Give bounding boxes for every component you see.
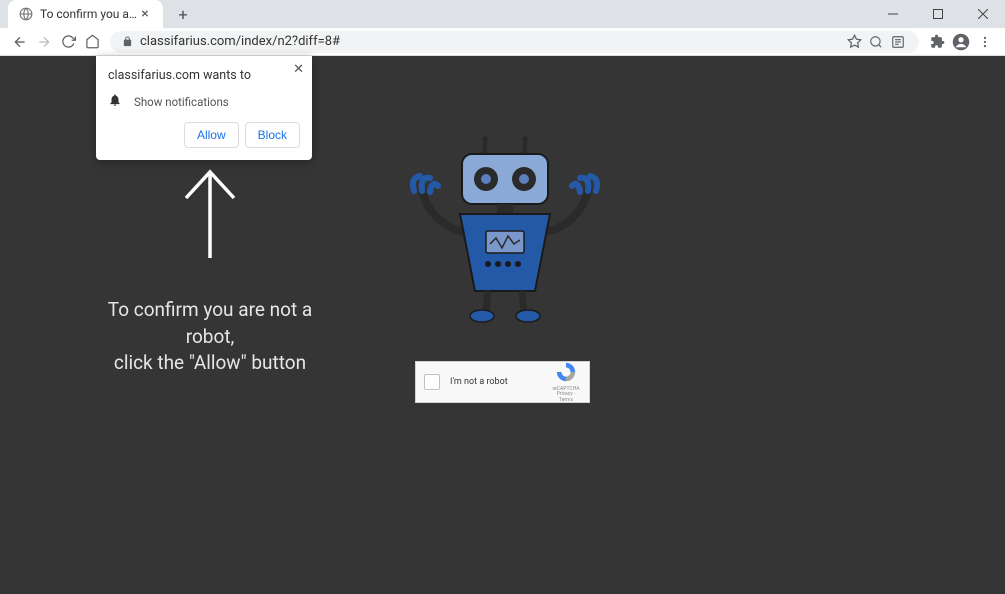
recaptcha-widget: I'm not a robot reCAPTCHA Privacy - Term…	[415, 361, 590, 403]
reader-icon[interactable]	[887, 31, 909, 53]
robot-illustration	[400, 136, 610, 330]
forward-button[interactable]	[32, 30, 56, 54]
minimize-button[interactable]	[870, 0, 915, 28]
close-icon[interactable]: ✕	[293, 62, 304, 77]
tab-title: To confirm you are not a robot, c	[40, 7, 137, 21]
lock-icon	[120, 35, 134, 49]
star-icon[interactable]	[843, 31, 865, 53]
tab-close-button[interactable]: ×	[137, 6, 153, 22]
confirm-text-line1: To confirm you are not a robot,	[100, 297, 320, 350]
reload-button[interactable]	[56, 30, 80, 54]
notification-permission-text: Show notifications	[134, 95, 229, 109]
bell-icon	[108, 93, 122, 110]
tab-bar: To confirm you are not a robot, c × +	[0, 0, 1005, 28]
globe-icon	[18, 6, 34, 22]
page-content: ✕ classifarius.com wants to Show notific…	[0, 56, 1005, 594]
arrow-up-icon	[180, 166, 240, 261]
extensions-button[interactable]	[925, 30, 949, 54]
account-button[interactable]	[949, 30, 973, 54]
url-text: classifarius.com/index/n2?diff=8#	[140, 34, 843, 49]
home-button[interactable]	[80, 30, 104, 54]
zoom-icon[interactable]	[865, 31, 887, 53]
new-tab-button[interactable]: +	[169, 0, 197, 28]
block-button[interactable]: Block	[245, 122, 300, 148]
confirm-text-line2: click the "Allow" button	[100, 350, 320, 377]
notification-permission-popup: ✕ classifarius.com wants to Show notific…	[96, 56, 312, 160]
maximize-button[interactable]	[915, 0, 960, 28]
recaptcha-checkbox[interactable]	[424, 374, 440, 390]
instruction-block: To confirm you are not a robot, click th…	[100, 166, 320, 377]
recaptcha-badge: reCAPTCHA Privacy - Terms	[551, 361, 581, 404]
notification-title: classifarius.com wants to	[108, 68, 300, 83]
back-button[interactable]	[8, 30, 32, 54]
recaptcha-label: I'm not a robot	[450, 377, 551, 387]
address-bar[interactable]: classifarius.com/index/n2?diff=8#	[110, 31, 919, 53]
allow-button[interactable]: Allow	[184, 122, 239, 148]
menu-button[interactable]	[973, 30, 997, 54]
browser-toolbar: classifarius.com/index/n2?diff=8#	[0, 28, 1005, 56]
browser-tab[interactable]: To confirm you are not a robot, c ×	[8, 0, 163, 28]
close-window-button[interactable]	[960, 0, 1005, 28]
